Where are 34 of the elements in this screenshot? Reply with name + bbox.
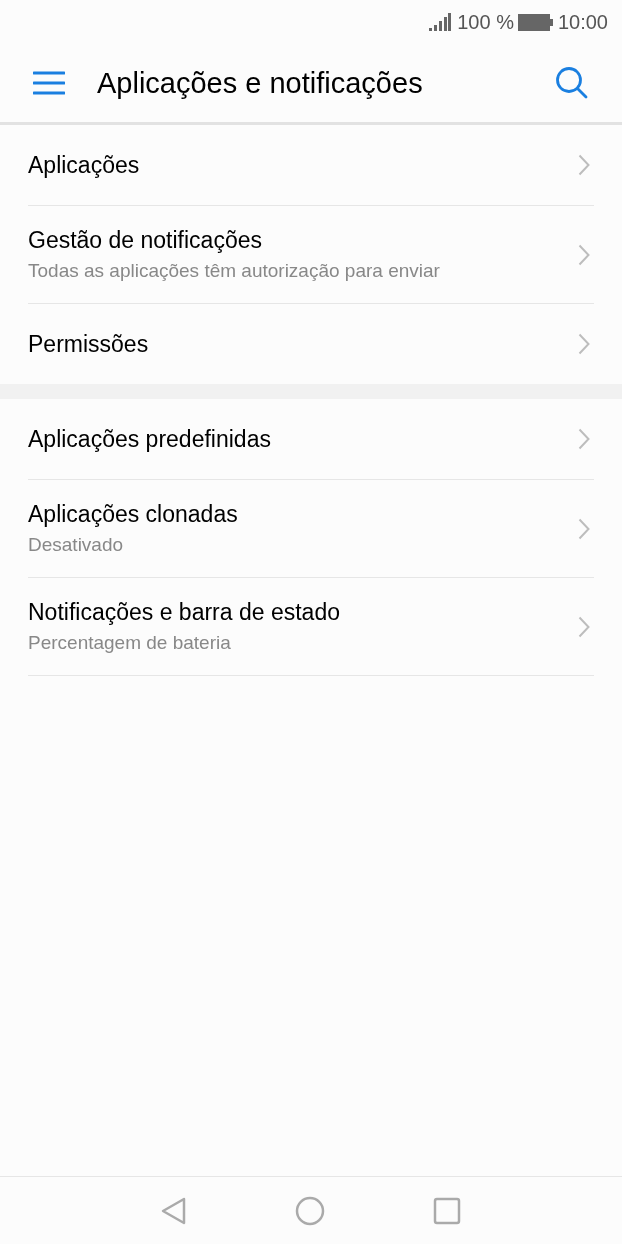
item-title: Aplicações <box>28 151 141 179</box>
search-icon <box>555 66 589 100</box>
chevron-icon <box>578 333 590 355</box>
item-title: Notificações e barra de estado <box>28 599 341 626</box>
item-title: Aplicações clonadas <box>28 501 239 528</box>
item-title: Gestão de notificações <box>28 227 263 254</box>
item-title: Permissões <box>28 330 150 358</box>
chevron-icon <box>578 615 590 638</box>
chevron-icon <box>578 243 590 266</box>
home-icon <box>295 1195 325 1226</box>
home-button[interactable] <box>295 1195 325 1226</box>
settings-item[interactable]: Aplicações <box>28 125 594 206</box>
chevron-icon <box>578 517 590 540</box>
settings-item[interactable]: Notificações e barra de estado Percentagem de bateria <box>28 578 594 676</box>
back-icon <box>161 1196 187 1225</box>
recents-icon <box>433 1196 461 1225</box>
battery-percentage: 100 % <box>457 10 514 34</box>
item-subtitle: Todas as aplicações têm autorização para enviar <box>28 260 441 282</box>
settings-item[interactable]: Aplicações predefinidas <box>28 399 594 480</box>
battery-icon <box>517 13 554 31</box>
signal-icon <box>429 13 452 31</box>
screen-title: Aplicações e notificações <box>97 66 424 100</box>
item-subtitle: Percentagem de bateria <box>28 632 232 654</box>
chevron-icon <box>578 154 590 176</box>
item-subtitle: Desativado <box>28 534 125 556</box>
chevron-icon <box>578 428 590 450</box>
settings-item[interactable]: Gestão de notificações Todas as aplicações têm autorização para enviar <box>28 206 594 304</box>
back-button[interactable] <box>161 1196 187 1225</box>
item-title: Aplicações predefinidas <box>28 425 272 453</box>
settings-item[interactable]: Permissões <box>28 304 594 384</box>
settings-item[interactable]: Aplicações clonadas Desativado <box>28 480 594 578</box>
clock: 10:00 <box>557 10 608 34</box>
menu-icon <box>33 71 65 95</box>
recents-button[interactable] <box>433 1196 461 1225</box>
